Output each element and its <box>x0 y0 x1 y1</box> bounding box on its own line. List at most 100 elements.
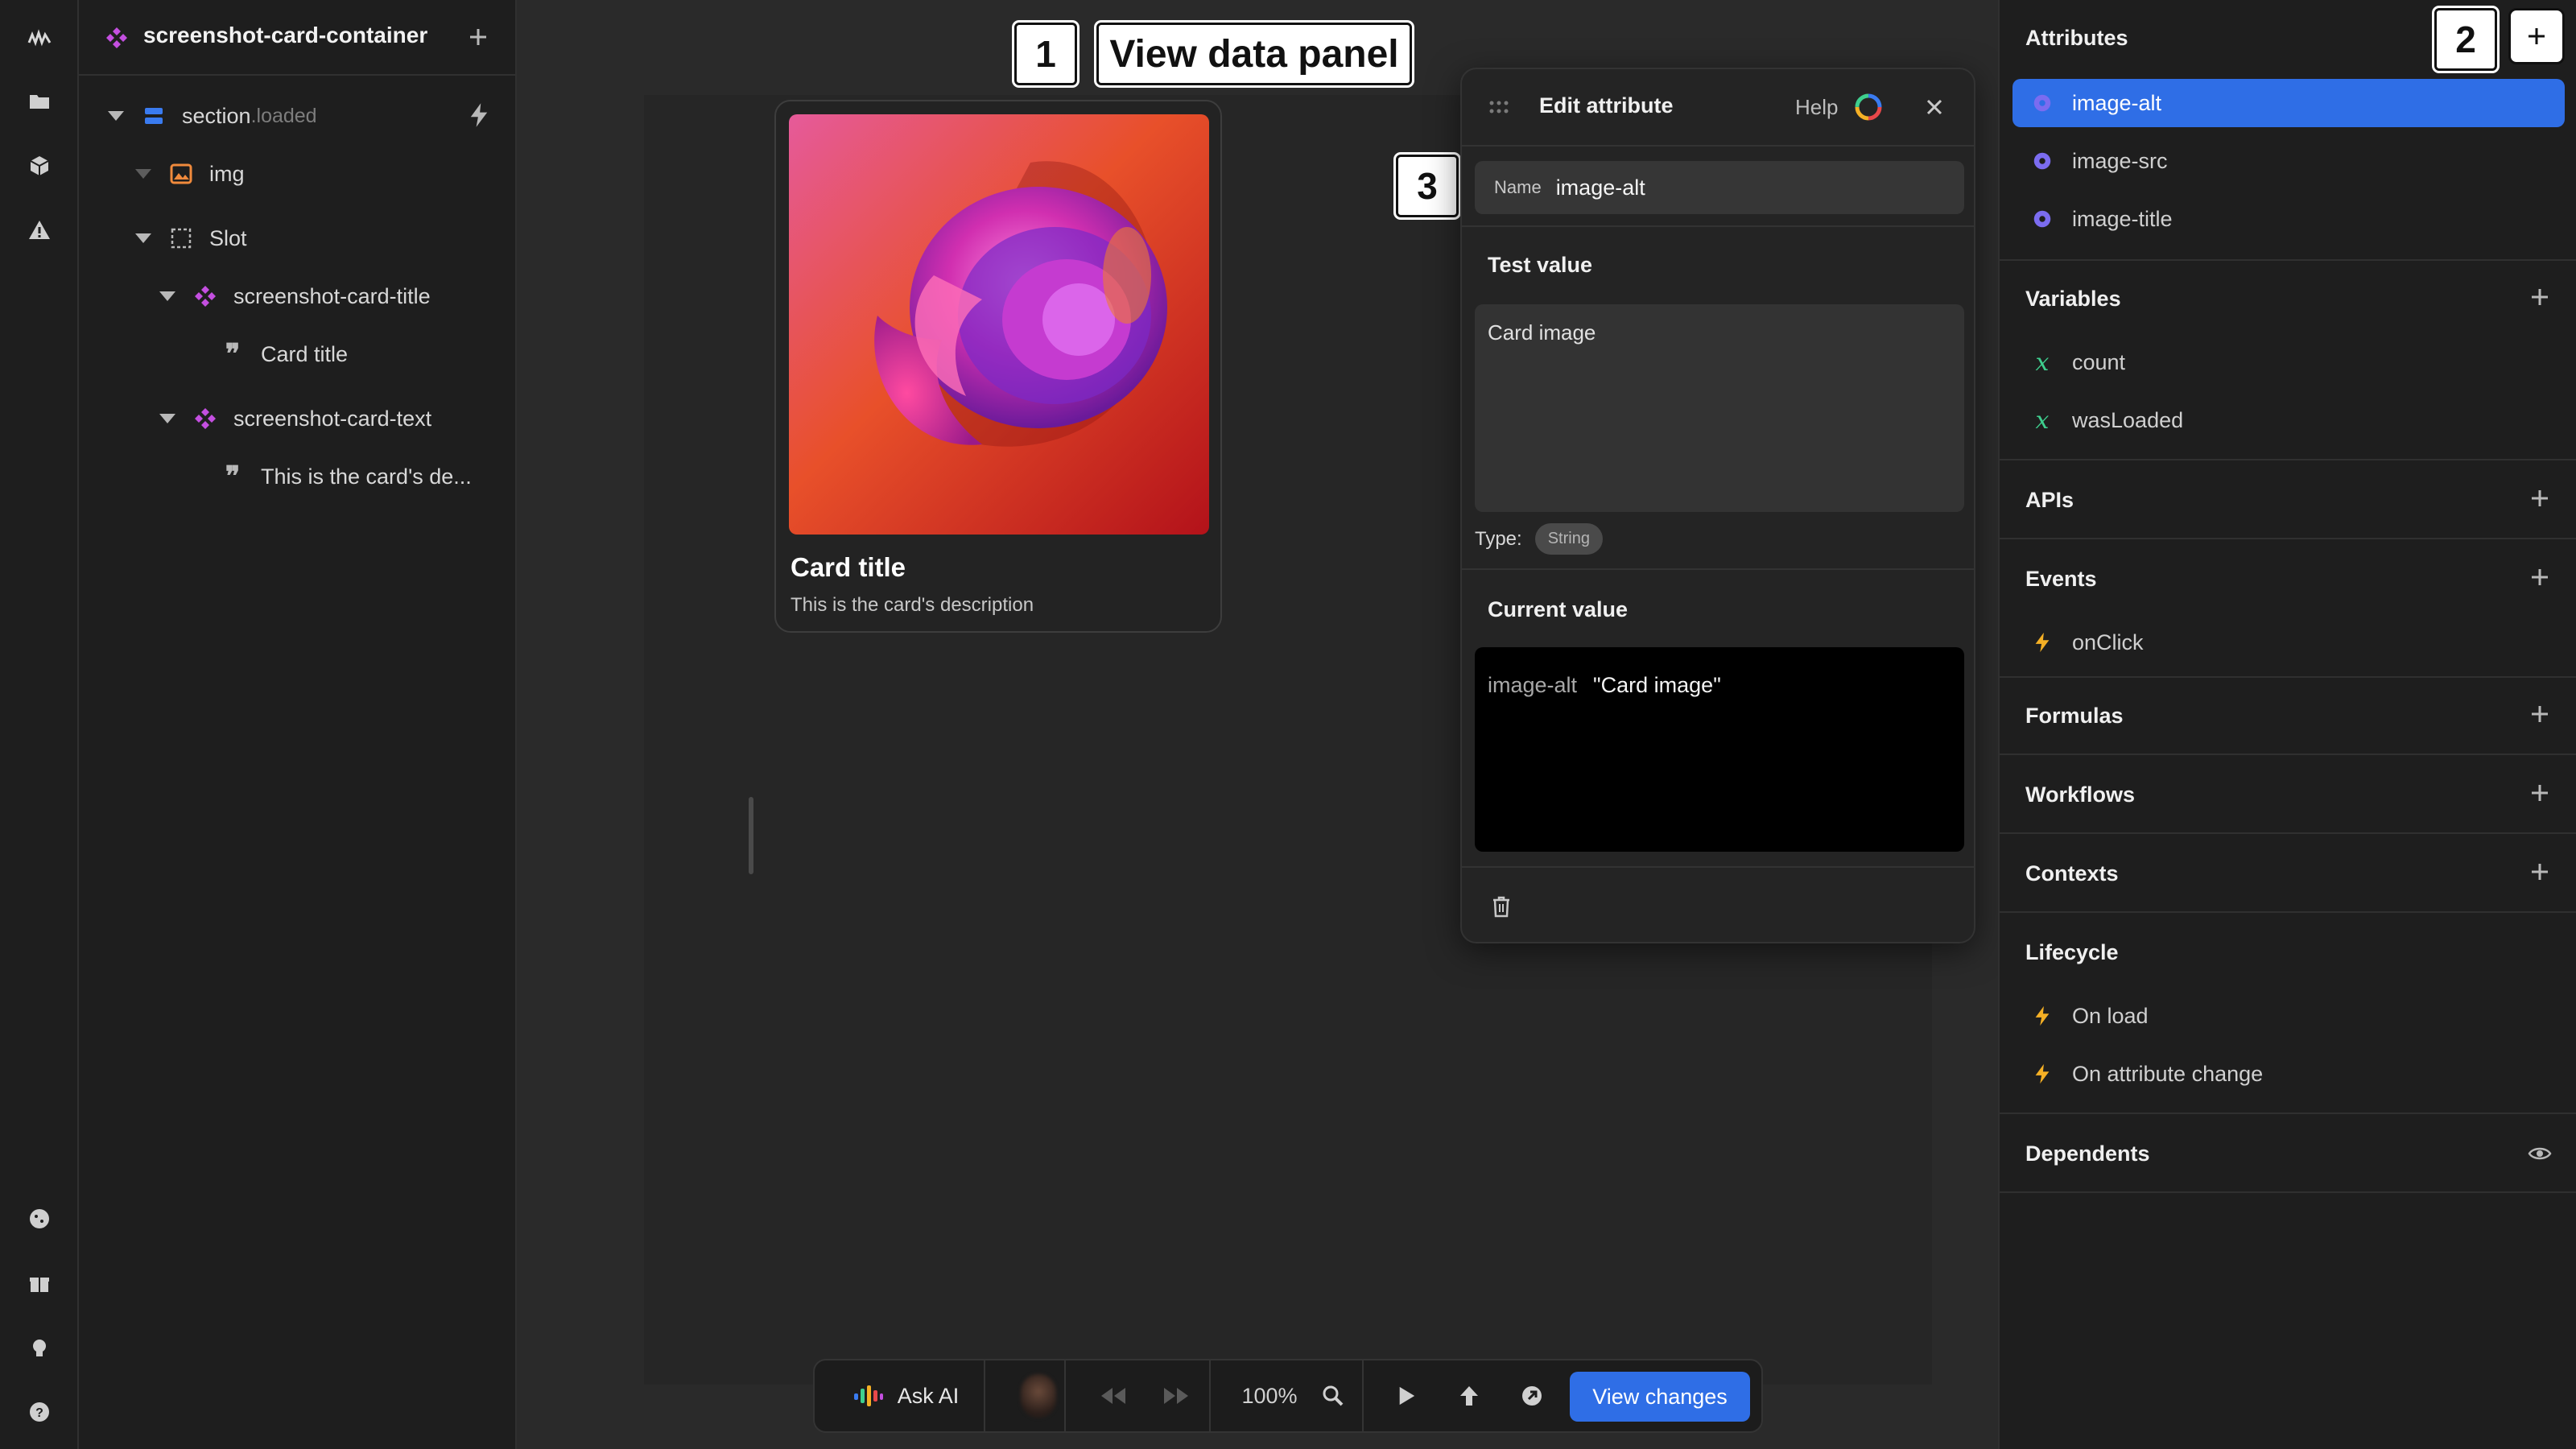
trash-icon[interactable] <box>1489 894 1513 919</box>
callout-1: 1 <box>1014 23 1077 85</box>
add-attribute-button[interactable] <box>2508 8 2565 64</box>
attribute-label: image-src <box>2072 148 2168 173</box>
add-icon[interactable] <box>464 23 493 52</box>
current-value-value: "Card image" <box>1593 673 1721 697</box>
logo-icon[interactable] <box>23 21 56 53</box>
drag-handle-icon[interactable] <box>1488 98 1510 118</box>
component-icon <box>193 284 217 308</box>
redo-button[interactable] <box>1148 1360 1204 1431</box>
resize-handle[interactable] <box>749 797 753 874</box>
lifecycle-item-on-load[interactable]: On load <box>2013 992 2565 1040</box>
dependents-header: Dependents <box>2025 1141 2150 1166</box>
attribute-label: image-title <box>2072 206 2173 231</box>
warning-icon[interactable] <box>23 214 56 246</box>
ask-ai-button[interactable]: Ask AI <box>837 1360 974 1431</box>
variable-item-wasloaded[interactable]: x wasLoaded <box>2013 396 2565 444</box>
divider <box>2000 459 2576 460</box>
card-component[interactable]: Card title This is the card's descriptio… <box>774 100 1222 633</box>
lightning-icon[interactable] <box>465 101 493 129</box>
type-label: Type: <box>1475 527 1522 550</box>
lifecycle-item-on-attribute-change[interactable]: On attribute change <box>2013 1050 2565 1098</box>
tree-item-text-description[interactable]: ❞ This is the card's de... <box>221 451 472 502</box>
test-value-input[interactable]: Card image <box>1475 304 1964 512</box>
preview-button[interactable] <box>1378 1360 1435 1431</box>
event-label: onClick <box>2072 630 2144 654</box>
slot-icon <box>169 226 193 250</box>
add-event-icon[interactable] <box>2528 565 2552 589</box>
help-link[interactable]: Help <box>1795 95 1838 120</box>
tree-item-section[interactable]: section .loaded <box>108 90 317 142</box>
variables-header: Variables <box>2025 287 2121 311</box>
name-field[interactable]: Name image-alt <box>1475 161 1964 214</box>
attribute-item-image-alt[interactable]: image-alt <box>2013 79 2565 127</box>
eye-icon[interactable] <box>2528 1141 2552 1166</box>
tree-item-card-text[interactable]: screenshot-card-text <box>159 393 431 444</box>
package-icon[interactable] <box>23 150 56 182</box>
name-field-value[interactable]: image-alt <box>1556 175 1645 200</box>
view-changes-button[interactable]: View changes <box>1570 1372 1750 1422</box>
chevron-down-icon[interactable] <box>135 169 151 179</box>
publish-button[interactable] <box>1441 1360 1497 1431</box>
variable-label: wasLoaded <box>2072 407 2184 432</box>
app-rail: ? <box>0 0 79 1449</box>
tree-item-slot[interactable]: Slot <box>135 213 247 264</box>
add-variable-icon[interactable] <box>2528 285 2552 309</box>
avatar[interactable] <box>998 1360 1079 1431</box>
component-name[interactable]: screenshot-card-container <box>143 23 427 48</box>
folder-icon[interactable] <box>23 85 56 118</box>
attribute-item-image-src[interactable]: image-src <box>2013 137 2565 185</box>
divider <box>2000 676 2576 678</box>
divider <box>2000 832 2576 834</box>
chevron-down-icon[interactable] <box>135 233 151 243</box>
tree-item-label: screenshot-card-title <box>233 283 431 308</box>
chevron-down-icon[interactable] <box>159 414 175 423</box>
help-icon[interactable]: ? <box>23 1396 56 1428</box>
avatar-image <box>1021 1374 1056 1418</box>
contexts-header: Contexts <box>2025 861 2119 886</box>
tree-item-img[interactable]: img <box>135 148 245 200</box>
lightning-icon <box>2030 630 2054 654</box>
close-icon[interactable] <box>1922 95 1946 119</box>
attribute-item-image-title[interactable]: image-title <box>2013 195 2565 243</box>
rewind-icon <box>1101 1388 1125 1404</box>
gear-icon <box>2030 149 2054 173</box>
tree-item-label: screenshot-card-text <box>233 406 432 431</box>
tree-item-label: This is the card's de... <box>261 464 472 489</box>
lifecycle-label: On attribute change <box>2072 1061 2264 1086</box>
attribute-label: image-alt <box>2072 90 2162 115</box>
type-badge[interactable]: String <box>1534 523 1603 555</box>
add-workflow-icon[interactable] <box>2528 781 2552 805</box>
gift-icon[interactable] <box>23 1267 56 1299</box>
lifecycle-header: Lifecycle <box>2025 940 2119 964</box>
tree-item-card-title[interactable]: screenshot-card-title <box>159 270 431 322</box>
formulas-header: Formulas <box>2025 704 2124 728</box>
variable-item-count[interactable]: x count <box>2013 338 2565 386</box>
variable-icon: x <box>2035 348 2050 377</box>
section-icon <box>142 104 166 128</box>
open-external-button[interactable] <box>1504 1360 1560 1431</box>
gear-icon <box>2030 91 2054 115</box>
zoom-button[interactable] <box>1309 1360 1357 1431</box>
variable-icon: x <box>2035 406 2050 435</box>
event-item-onclick[interactable]: onClick <box>2013 618 2565 667</box>
add-formula-icon[interactable] <box>2528 702 2552 726</box>
card-title[interactable]: Card title <box>791 552 1208 583</box>
lightning-icon <box>2030 1004 2054 1028</box>
add-context-icon[interactable] <box>2528 860 2552 884</box>
cookie-icon[interactable] <box>23 1203 56 1235</box>
tree-item-text-card-title[interactable]: ❞ Card title <box>221 328 348 380</box>
chevron-down-icon[interactable] <box>108 111 124 121</box>
zoom-level[interactable]: 100% <box>1225 1360 1314 1431</box>
divider <box>2000 911 2576 913</box>
lifecycle-label: On load <box>2072 1003 2149 1028</box>
chevron-down-icon[interactable] <box>159 291 175 301</box>
card-image[interactable] <box>789 114 1209 535</box>
card-description[interactable]: This is the card's description <box>791 594 1208 617</box>
docs-ring-icon[interactable] <box>1853 92 1884 122</box>
image-icon <box>169 162 193 186</box>
popup-title: Edit attribute <box>1539 93 1674 118</box>
upload-arrow-icon <box>1460 1386 1478 1406</box>
undo-button[interactable] <box>1085 1360 1141 1431</box>
add-api-icon[interactable] <box>2528 486 2552 510</box>
bulb-icon[interactable] <box>23 1331 56 1364</box>
